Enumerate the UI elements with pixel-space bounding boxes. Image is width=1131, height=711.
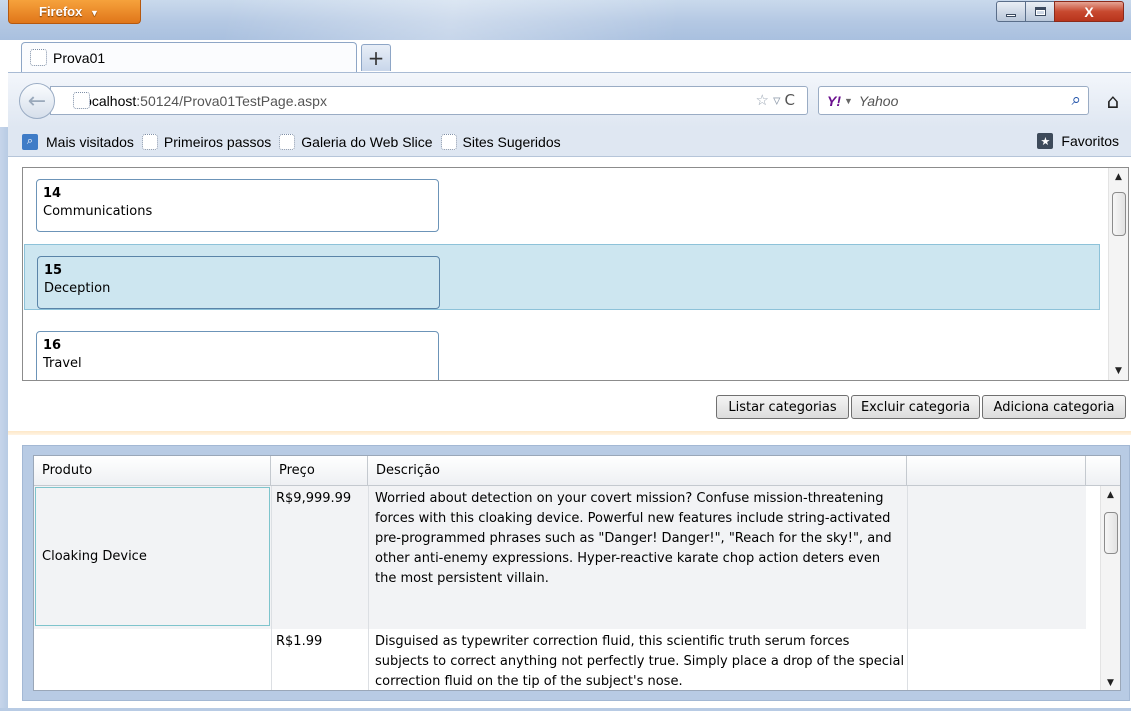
bookmark-primeiros-passos[interactable]: Primeiros passos	[141, 133, 272, 150]
home-button[interactable]: ⌂	[1097, 86, 1129, 115]
category-id: 14	[43, 186, 62, 201]
close-button[interactable]: X	[1054, 1, 1124, 22]
description-cell[interactable]: Worried about detection on your covert m…	[375, 486, 905, 589]
category-list-scrollbar[interactable]: ▲ ▼	[1108, 168, 1128, 380]
bookmark-mais-visitados[interactable]: ⌕ Mais visitados	[20, 133, 134, 150]
products-grid[interactable]: Produto Preço Descrição Cloaking Device …	[33, 455, 1121, 691]
bookmark-label: Galeria do Web Slice	[301, 133, 433, 150]
bookmarks-toolbar: ⌕ Mais visitados Primeiros passos Galeri…	[8, 127, 1131, 157]
bookmark-favicon-icon	[440, 133, 457, 150]
bookmark-star-icon[interactable]: ☆	[756, 91, 773, 109]
history-dropdown-icon[interactable]: ▿	[773, 91, 785, 109]
search-icon[interactable]: ⌕	[1071, 90, 1081, 110]
scroll-down-icon[interactable]: ▼	[1101, 674, 1120, 690]
window-titlebar: Firefox ▼ X	[0, 0, 1131, 40]
column-divider	[368, 486, 369, 690]
engine-dropdown-icon[interactable]: ▼	[844, 96, 853, 106]
search-page-icon: ⌕	[22, 133, 38, 150]
scrollbar-thumb[interactable]	[1104, 512, 1118, 554]
list-item-selected[interactable]: 15 Deception	[24, 244, 1100, 310]
bookmark-sites-sugeridos[interactable]: Sites Sugeridos	[440, 133, 561, 150]
site-identity-icon	[73, 92, 90, 109]
scrollbar-thumb[interactable]	[1112, 192, 1126, 236]
reload-icon[interactable]: C	[785, 91, 799, 109]
bookmark-favicon-icon	[279, 133, 296, 150]
column-divider	[271, 486, 272, 690]
category-card: 15 Deception	[37, 256, 440, 309]
chevron-down-icon: ▼	[89, 8, 99, 18]
star-icon: ★	[1037, 133, 1054, 149]
column-header-produto[interactable]: Produto	[34, 456, 271, 486]
category-list[interactable]: 14 Communications 15 Deception 16 Travel…	[22, 167, 1129, 381]
home-icon: ⌂	[1106, 88, 1120, 113]
tab-prova01[interactable]: Prova01	[21, 42, 357, 72]
category-name: Travel	[43, 356, 82, 371]
description-cell[interactable]: Disguised as typewriter correction fluid…	[375, 629, 905, 690]
scroll-down-icon[interactable]: ▼	[1109, 362, 1128, 380]
category-id: 15	[44, 263, 63, 278]
category-name: Deception	[44, 281, 111, 296]
close-icon: X	[1084, 3, 1094, 20]
list-item[interactable]: 14 Communications	[24, 168, 1100, 234]
minimize-button[interactable]	[996, 1, 1026, 22]
section-divider	[8, 431, 1131, 435]
address-bar[interactable]: localhost:50124/Prova01TestPage.aspx ☆▿C	[50, 86, 808, 115]
window-left-frame	[0, 127, 8, 711]
maximize-icon	[1034, 7, 1046, 16]
firefox-menu-label: Firefox	[39, 4, 83, 19]
add-category-button[interactable]: Adiciona categoria	[982, 395, 1126, 419]
maximize-button[interactable]	[1025, 1, 1055, 22]
price-cell[interactable]: R$1.99	[276, 629, 366, 652]
url-actions: ☆▿C	[756, 91, 799, 109]
back-arrow-icon: ←	[27, 88, 47, 114]
table-row[interactable]: R$1.99 Disguised as typewriter correctio…	[34, 629, 1086, 690]
list-categories-button[interactable]: Listar categorias	[716, 395, 849, 419]
scroll-up-icon[interactable]: ▲	[1101, 486, 1120, 504]
bookmark-label: Mais visitados	[46, 133, 134, 150]
delete-category-button[interactable]: Excluir categoria	[851, 395, 980, 419]
column-header-preco[interactable]: Preço	[271, 456, 368, 486]
bookmark-favicon-icon	[141, 133, 158, 150]
navigation-toolbar: localhost:50124/Prova01TestPage.aspx ☆▿C…	[8, 72, 1131, 127]
bookmark-galeria-web-slice[interactable]: Galeria do Web Slice	[279, 133, 433, 150]
yahoo-logo-icon[interactable]: Y!	[827, 93, 841, 109]
plus-icon: +	[367, 46, 385, 70]
category-card: 14 Communications	[36, 179, 439, 232]
list-item[interactable]: 16 Travel	[24, 320, 1100, 380]
bookmark-label: Primeiros passos	[163, 133, 272, 150]
table-row[interactable]: Cloaking Device R$9,999.99 Worried about…	[34, 486, 1086, 629]
url-path: :50124/Prova01TestPage.aspx	[136, 92, 327, 109]
column-header-descricao[interactable]: Descrição	[368, 456, 907, 486]
page-favicon-icon	[30, 49, 47, 66]
grid-header: Produto Preço Descrição	[34, 456, 1120, 486]
favorites-button[interactable]: ★ Favoritos	[1037, 133, 1119, 149]
favorites-label: Favoritos	[1061, 133, 1119, 149]
minimize-icon	[1006, 13, 1016, 17]
scroll-up-icon[interactable]: ▲	[1109, 168, 1128, 186]
product-name-cell[interactable]: Cloaking Device	[35, 487, 270, 626]
tab-label: Prova01	[53, 49, 106, 66]
grid-scrollbar[interactable]: ▲ ▼	[1100, 486, 1120, 690]
category-card: 16 Travel	[36, 331, 439, 380]
new-tab-button[interactable]: +	[361, 44, 391, 71]
search-bar[interactable]: Y! ▼ Yahoo ⌕	[818, 86, 1089, 115]
category-name: Communications	[43, 204, 153, 219]
back-button[interactable]: ←	[19, 83, 55, 119]
firefox-menu-button[interactable]: Firefox ▼	[8, 0, 141, 24]
price-cell[interactable]: R$9,999.99	[276, 486, 366, 509]
column-divider	[907, 486, 908, 690]
products-grid-frame: Produto Preço Descrição Cloaking Device …	[22, 445, 1130, 701]
search-input[interactable]: Yahoo	[859, 93, 898, 109]
page-content: 14 Communications 15 Deception 16 Travel…	[8, 157, 1131, 711]
column-header-blank	[907, 456, 1086, 486]
bookmark-label: Sites Sugeridos	[462, 133, 561, 150]
category-id: 16	[43, 338, 62, 353]
